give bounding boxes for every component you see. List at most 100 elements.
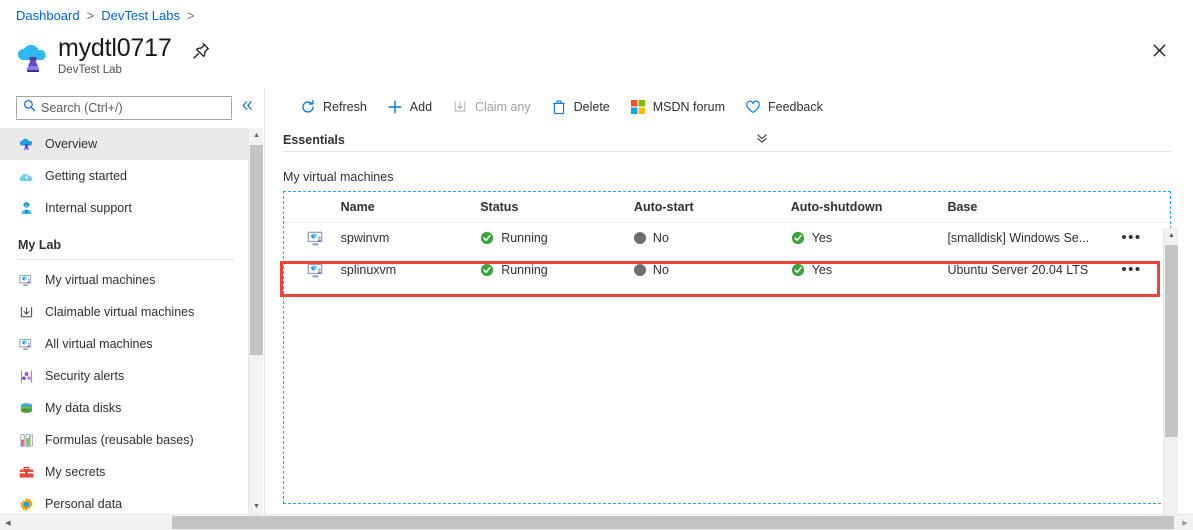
- claim-download-icon: [452, 99, 468, 115]
- vm-status-cell-label: Running: [501, 231, 548, 246]
- sidebar-vertical-scrollbar[interactable]: ▲ ▼: [248, 128, 263, 514]
- scrollbar-thumb[interactable]: [264, 516, 1174, 529]
- ellipsis-icon[interactable]: •••: [1121, 229, 1141, 246]
- vm-monitor-icon: [18, 272, 35, 289]
- column-header-blank: [1121, 192, 1170, 223]
- sidebar-item-getting-started[interactable]: Getting started: [0, 160, 248, 192]
- feedback-button[interactable]: Feedback: [735, 92, 833, 122]
- sidebar-item-label: Claimable virtual machines: [45, 305, 195, 319]
- pin-icon[interactable]: [190, 40, 212, 62]
- toolbar-button-label: Claim any: [475, 100, 531, 114]
- sidebar-item-all-virtual-machines[interactable]: All virtual machines: [0, 328, 248, 360]
- command-toolbar: Refresh Add Claim any Delete MSDN forum Feedb…: [265, 88, 833, 126]
- scroll-up-icon[interactable]: ▲: [1164, 228, 1179, 243]
- close-icon[interactable]: [1147, 38, 1171, 62]
- sidebar-group-header: My Lab: [18, 238, 62, 252]
- essentials-expander[interactable]: Essentials: [283, 128, 1171, 152]
- sidebar-item-my-data-disks[interactable]: My data disks: [0, 392, 248, 424]
- sidebar-item-label: All virtual machines: [45, 337, 153, 351]
- scroll-right-icon[interactable]: ▶: [1177, 515, 1193, 530]
- column-header-auto-shutdown: Auto-shutdown: [790, 192, 948, 223]
- vm-monitor-icon: [306, 228, 328, 248]
- scroll-left-icon[interactable]: ◀: [0, 515, 16, 530]
- sidebar-item-internal-support[interactable]: Internal support: [0, 192, 248, 224]
- breadcrumb-item-dashboard[interactable]: Dashboard: [16, 8, 80, 23]
- vm-status-cell: Running: [480, 222, 634, 254]
- sidebar-item-claimable-virtual-machines[interactable]: Claimable virtual machines: [0, 296, 248, 328]
- vm-table: Name Status Auto-start Auto-shutdown Base sp…: [284, 192, 1170, 286]
- data-disk-icon: [18, 400, 35, 417]
- breadcrumb-separator-icon: >: [186, 8, 195, 23]
- status-ok-icon: [791, 263, 805, 277]
- main-content: Refresh Add Claim any Delete MSDN forum Feedb…: [265, 88, 1178, 530]
- breadcrumb-separator-icon: >: [86, 8, 95, 23]
- scrollbar-thumb[interactable]: [1165, 245, 1178, 437]
- main-vertical-scrollbar[interactable]: ▲ ▼: [1163, 228, 1178, 530]
- vm-monitor-icon: [18, 336, 35, 353]
- scroll-down-icon[interactable]: ▼: [249, 499, 264, 514]
- devtest-lab-icon: [18, 136, 35, 153]
- page-subtitle: DevTest Lab: [58, 64, 122, 76]
- sidebar-item-overview[interactable]: Overview: [0, 128, 248, 160]
- column-header-name: Name: [340, 192, 481, 223]
- page-title: mydtl0717: [58, 34, 172, 62]
- vm-status-cell: Running: [480, 254, 634, 286]
- double-chevron-down-icon[interactable]: [755, 131, 769, 148]
- vm-status-cell-label: Running: [501, 263, 548, 277]
- vm-section-title: My virtual machines: [283, 170, 394, 184]
- vm-icon-cell: [284, 254, 341, 286]
- table-row[interactable]: spwinvm Running No Yes [smalldisk] Windows S…: [284, 222, 1170, 254]
- breadcrumb-item-devtest-labs[interactable]: DevTest Labs: [101, 8, 180, 23]
- status-ok-icon: [480, 263, 494, 277]
- delete-button[interactable]: Delete: [541, 92, 620, 122]
- devtest-lab-icon: [14, 37, 52, 77]
- toolbar-button-label: Refresh: [323, 100, 367, 114]
- vm-auto-shutdown-cell-label: Yes: [811, 263, 833, 277]
- scrollbar-thumb[interactable]: [172, 516, 264, 529]
- sidebar-item-my-virtual-machines[interactable]: My virtual machines: [0, 264, 248, 296]
- toolbar-button-label: MSDN forum: [652, 100, 725, 114]
- status-ok-icon: [480, 231, 494, 245]
- vm-auto-start-cell: No: [633, 222, 791, 254]
- sidebar-item-label: Getting started: [45, 169, 127, 183]
- vm-auto-shutdown-cell: Yes: [791, 222, 948, 254]
- search-input[interactable]: [41, 101, 225, 115]
- main-horizontal-scrollbar[interactable]: ▶: [264, 514, 1193, 530]
- vm-icon-cell: [284, 222, 341, 254]
- support-person-icon: [18, 200, 35, 217]
- sidebar-divider: [18, 259, 234, 260]
- vm-name-cell[interactable]: splinuxvm: [341, 254, 481, 286]
- column-header-base: Base: [947, 192, 1122, 223]
- sidebar-item-my-secrets[interactable]: My secrets: [0, 456, 248, 488]
- sidebar-item-label: Personal data: [45, 497, 123, 511]
- vm-auto-shutdown-cell-label: Yes: [811, 231, 833, 246]
- toolbar-button-label: Delete: [573, 100, 610, 114]
- refresh-button[interactable]: Refresh: [290, 92, 377, 122]
- vm-name-cell[interactable]: spwinvm: [341, 222, 481, 254]
- search-box[interactable]: [16, 96, 232, 120]
- essentials-label: Essentials: [283, 132, 345, 147]
- breadcrumb: Dashboard > DevTest Labs >: [16, 8, 195, 23]
- add-button[interactable]: Add: [377, 92, 442, 122]
- sidebar-item-security-alerts[interactable]: Security alerts: [0, 360, 248, 392]
- msdn-forum-button[interactable]: MSDN forum: [620, 92, 735, 122]
- table-row[interactable]: splinuxvm Running No Yes Ubuntu Server 20.04…: [284, 254, 1170, 286]
- claim-download-icon: [18, 304, 35, 321]
- scroll-up-icon[interactable]: ▲: [249, 128, 264, 143]
- search-icon: [23, 99, 36, 117]
- page-title-block: mydtl0717 DevTest Lab: [14, 34, 172, 77]
- collapse-sidebar-button[interactable]: [240, 98, 253, 116]
- sidebar-item-formulas-reusable-bases[interactable]: Formulas (reusable bases): [0, 424, 248, 456]
- ellipsis-icon[interactable]: •••: [1121, 261, 1141, 278]
- status-off-icon: [633, 232, 646, 245]
- sidebar-horizontal-scrollbar[interactable]: ◀: [0, 514, 264, 530]
- claim-any-button: Claim any: [442, 92, 541, 122]
- microsoft-logo-icon: [630, 99, 646, 115]
- sidebar-item-personal-data[interactable]: Personal data: [0, 488, 248, 514]
- sidebar-item-label: My secrets: [45, 465, 106, 479]
- rocket-cloud-icon: [18, 168, 35, 185]
- column-header-status: Status: [480, 192, 634, 223]
- sidebar-item-label: Internal support: [45, 201, 132, 215]
- sidebar-item-label: My data disks: [45, 401, 122, 415]
- scrollbar-thumb[interactable]: [250, 145, 263, 355]
